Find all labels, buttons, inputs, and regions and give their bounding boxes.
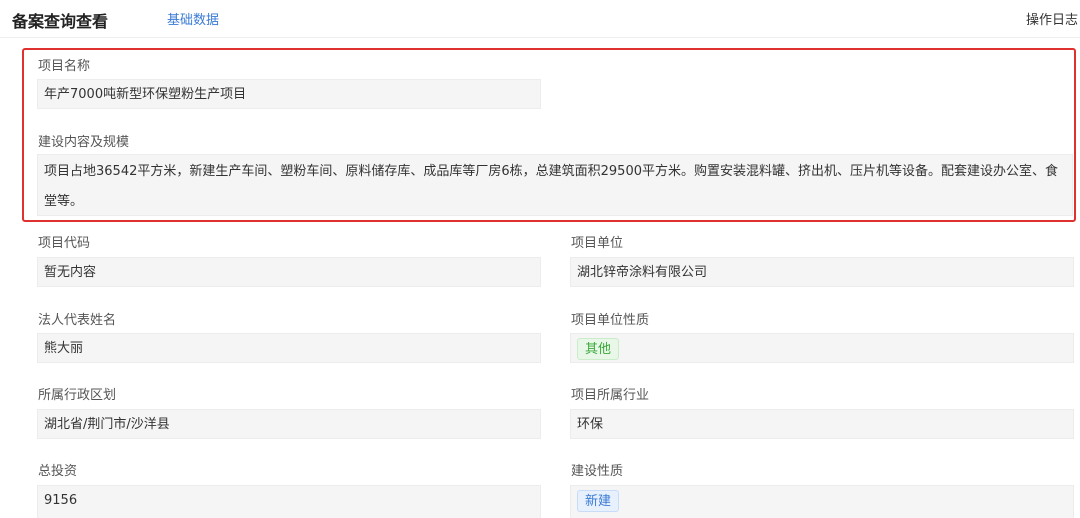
project-name-label: 项目名称 [38, 59, 91, 74]
unit-nature-field: 其他 [570, 333, 1074, 363]
project-unit-label: 项目单位 [571, 236, 624, 251]
industry-field: 环保 [570, 409, 1074, 439]
build-nature-field: 新建 [570, 485, 1074, 518]
construction-content-label: 建设内容及规模 [38, 135, 130, 150]
legal-rep-field: 熊大丽 [37, 333, 541, 363]
total-investment-label: 总投资 [38, 464, 78, 479]
project-unit-field: 湖北锌帝涂料有限公司 [570, 257, 1074, 287]
unit-nature-tag: 其他 [577, 337, 620, 360]
build-nature-tag: 新建 [577, 489, 620, 512]
build-nature-label: 建设性质 [571, 464, 624, 479]
industry-label: 项目所属行业 [571, 388, 650, 403]
region-field: 湖北省/荆门市/沙洋县 [37, 409, 541, 439]
page-title: 备案查询查看 [12, 12, 109, 31]
operation-log-link[interactable]: 操作日志 [1026, 9, 1078, 28]
project-name-field: 年产7000吨新型环保塑粉生产项目 [37, 79, 541, 109]
total-investment-field: 9156 [37, 485, 541, 518]
top-bar: 备案查询查看 基础数据 操作日志 [0, 0, 1080, 38]
tab-basic-data[interactable]: 基础数据 [167, 9, 219, 28]
legal-rep-label: 法人代表姓名 [38, 313, 117, 328]
region-label: 所属行政区划 [38, 388, 117, 403]
project-code-label: 项目代码 [38, 236, 91, 251]
project-code-field: 暂无内容 [37, 257, 541, 287]
unit-nature-label: 项目单位性质 [571, 313, 650, 328]
construction-content-field: 项目占地36542平方米，新建生产车间、塑粉车间、原料储存库、成品库等厂房6栋，… [37, 154, 1073, 216]
